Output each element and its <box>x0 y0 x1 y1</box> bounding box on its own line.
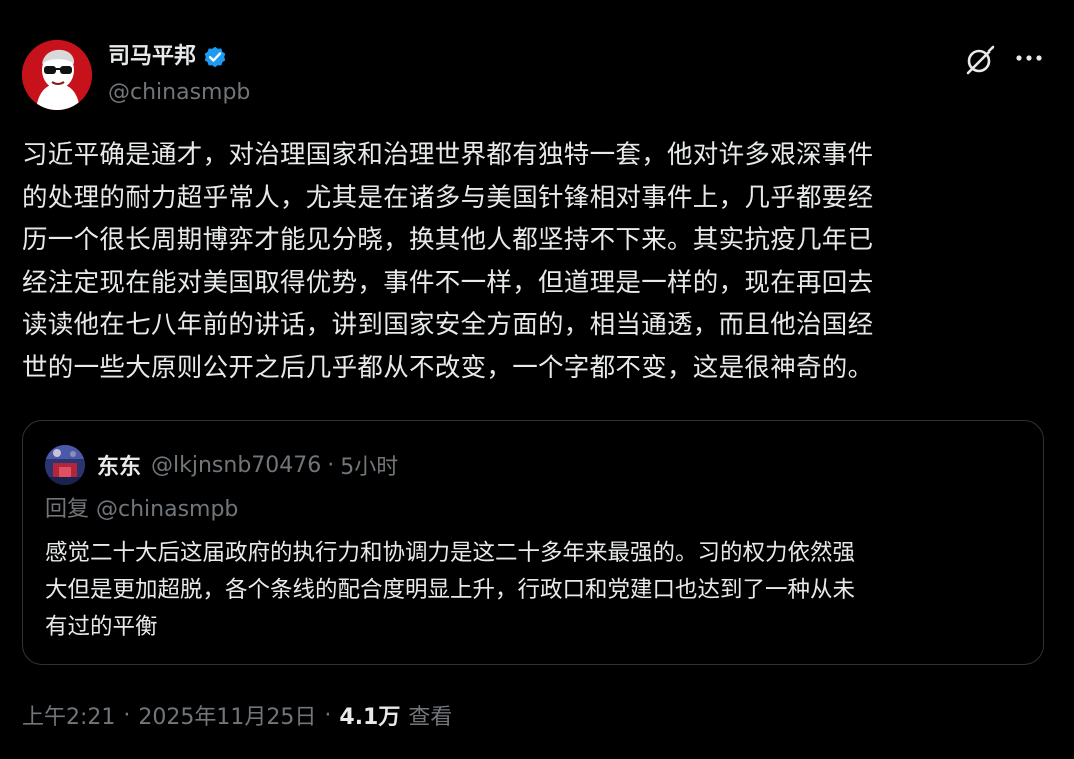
author-handle[interactable]: @chinasmpb <box>108 78 250 108</box>
tweet-text-line: 世的一些大原则公开之后几乎都从不改变，一个字都不变，这是很神奇的。 <box>22 352 874 383</box>
grok-icon[interactable] <box>962 42 998 78</box>
tweet-text-line: 读读他在七八年前的讲话，讲到国家安全方面的，相当通透，而且他治国经 <box>22 310 874 341</box>
meta-separator: · <box>123 702 131 728</box>
reply-to-label[interactable]: 回复 @chinasmpb <box>45 493 238 527</box>
quote-text-line: 大但是更加超脱，各个条线的配合度明显上升，行政口和党建口也达到了一种从未 <box>45 577 856 603</box>
tweet-text-line: 习近平确是通才，对治理国家和治理世界都有独特一套，他对许多艰深事件 <box>22 140 874 170</box>
quote-author-handle[interactable]: @lkjnsnb70476 <box>151 453 321 478</box>
tweet-meta: 上午2:21 · 2025年11月25日 · 4.1万 查看 <box>22 696 452 734</box>
quoted-tweet-card[interactable]: 东东 @lkjnsnb70476 · 5小时 回复 @chinasmpb 感觉二… <box>22 420 1044 665</box>
author-avatar-image <box>22 40 92 110</box>
tweet-text: 习近平确是通才，对治理国家和治理世界都有独特一套，他对许多艰深事件 的处理的耐力… <box>22 134 1052 390</box>
quote-author-avatar[interactable] <box>45 445 85 485</box>
quote-header: 东东 @lkjnsnb70476 · 5小时 <box>97 445 398 485</box>
quote-author-name[interactable]: 东东 <box>97 449 141 481</box>
quote-separator: · <box>327 452 335 478</box>
quote-text: 感觉二十大后这届政府的执行力和协调力是这二十多年来最强的。习的权力依然强 大但是… <box>45 535 1035 646</box>
quote-text-line: 感觉二十大后这届政府的执行力和协调力是这二十多年来最强的。习的权力依然强 <box>45 540 856 566</box>
tweet-text-line: 经注定现在能对美国取得优势，事件不一样，但道理是一样的，现在再回去 <box>22 267 874 298</box>
tweet-date[interactable]: 2025年11月25日 <box>138 699 316 731</box>
quote-timestamp[interactable]: 5小时 <box>340 449 398 481</box>
tweet-time[interactable]: 上午2:21 <box>22 699 115 731</box>
author-display-name[interactable]: 司马平邦 <box>108 40 196 74</box>
views-label: 查看 <box>408 705 453 730</box>
author-avatar[interactable] <box>22 40 92 110</box>
quote-text-line: 有过的平衡 <box>45 614 158 640</box>
views-count[interactable]: 4.1万 <box>339 699 400 731</box>
author-name-row: 司马平邦 <box>108 40 228 74</box>
tweet-text-line: 历一个很长周期博弈才能见分晓，换其他人都坚持不下来。其实抗疫几年已 <box>22 225 874 256</box>
more-horizontal-icon[interactable] <box>1012 44 1046 74</box>
tweet-text-line: 的处理的耐力超乎常人，尤其是在诸多与美国针锋相对事件上，几乎都要经 <box>22 182 874 213</box>
quote-avatar-image <box>45 445 85 485</box>
verified-badge-icon[interactable] <box>202 44 228 70</box>
meta-separator: · <box>324 702 332 728</box>
